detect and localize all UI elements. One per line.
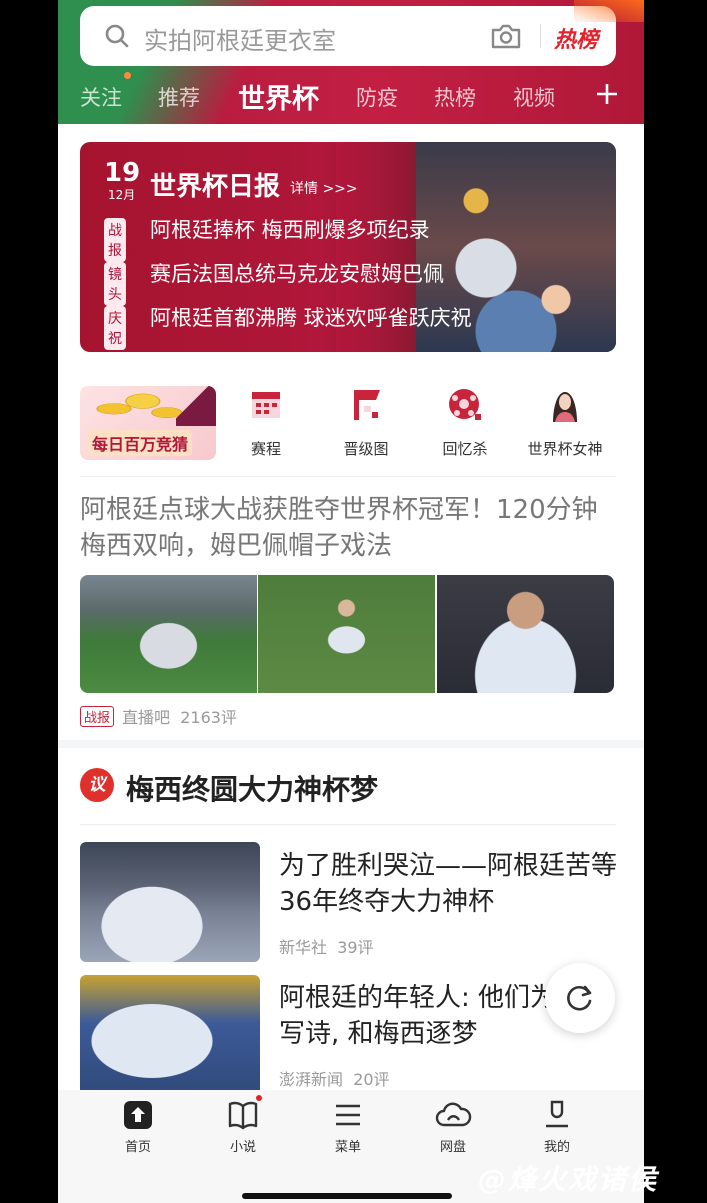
daily-quiz-promo[interactable]: 每日百万竞猜 [80, 386, 216, 460]
article-tag: 战报 [80, 706, 115, 727]
quick-entry-label: 回忆杀 [442, 440, 488, 458]
tab-video[interactable]: 视频 [513, 82, 555, 112]
promo-label: 每日百万竞猜 [88, 430, 193, 456]
di-maria-heart-photo[interactable] [437, 575, 614, 693]
world-cup-daily-banner[interactable]: 19 12月 世界杯日报 详情 >>> 战报 阿根廷捧杯 梅西刷爆多项纪录 镜头… [80, 142, 616, 352]
nav-novel[interactable]: 小说 [203, 1098, 283, 1155]
banner-item-tag: 镜头 [104, 262, 126, 306]
comment-count: 39评 [337, 938, 374, 957]
search-bar[interactable]: 实拍阿根廷更衣室 热榜 [80, 6, 616, 66]
refresh-icon [567, 985, 592, 1011]
refresh-button[interactable] [545, 963, 615, 1033]
nav-label: 菜单 [334, 1140, 361, 1155]
bracket-icon [354, 390, 380, 420]
nav-label: 小说 [229, 1140, 256, 1155]
headline-title[interactable]: 阿根廷点球大战获胜夺世界杯冠军！120分钟梅西双响，姆巴佩帽子戏法 [80, 492, 620, 564]
banner-item-text: 阿根廷首都沸腾 球迷欢呼雀跃庆祝 [150, 306, 472, 330]
news-title[interactable]: 为了胜利哭泣——阿根廷苦等36年终夺大力神杯 [279, 848, 619, 920]
quick-entry-memories[interactable]: 回忆杀 [410, 386, 520, 459]
tab-world-cup[interactable]: 世界杯 [238, 77, 319, 116]
banner-item-text: 阿根廷捧杯 梅西刷爆多项纪录 [150, 218, 430, 242]
divider [80, 476, 616, 477]
football-icon [449, 389, 481, 420]
banner-day: 19 [104, 158, 141, 188]
headline-meta: 战报 直播吧 2163评 [80, 704, 237, 728]
quick-entry-label: 晋级图 [343, 440, 389, 458]
nav-profile[interactable]: 我的 [517, 1098, 597, 1155]
news-source: 澎湃新闻 [279, 1070, 344, 1089]
news-thumbnail[interactable] [80, 842, 260, 962]
news-source: 新华社 [279, 938, 328, 957]
tab-epidemic[interactable]: 防疫 [356, 82, 398, 112]
notification-dot [124, 72, 131, 79]
home-indicator[interactable] [242, 1193, 452, 1199]
watermark-text: @烽火戏诸侯 [478, 1163, 659, 1196]
camera-icon[interactable] [490, 22, 522, 50]
messi-celebrating-photo[interactable] [258, 575, 435, 693]
comment-count: 2163评 [180, 708, 237, 727]
menu-icon [336, 1104, 360, 1126]
banner-month: 12月 [108, 188, 136, 202]
search-divider [540, 24, 541, 48]
notification-dot [256, 1095, 262, 1101]
channel-tabs: 关注 推荐 世界杯 防疫 热榜 视频 [58, 72, 644, 122]
nav-home[interactable]: 首页 [98, 1098, 178, 1155]
tab-recommend[interactable]: 推荐 [158, 82, 200, 112]
section-separator [58, 740, 644, 748]
hot-list-button[interactable]: 热榜 [554, 22, 598, 54]
nav-label: 首页 [124, 1140, 151, 1155]
book-icon [228, 1101, 258, 1130]
topic-icon: 议 [80, 768, 114, 802]
ribbon-decoration [176, 386, 216, 426]
quick-entry-schedule[interactable]: 赛程 [211, 386, 321, 459]
goddess-avatar-icon [553, 392, 577, 422]
quick-entry-label: 赛程 [250, 440, 281, 458]
nav-label: 我的 [543, 1140, 570, 1155]
article-source: 直播吧 [122, 708, 171, 727]
search-placeholder[interactable]: 实拍阿根廷更衣室 [144, 21, 336, 56]
quick-entry-goddess[interactable]: 世界杯女神 [510, 386, 620, 459]
nav-menu[interactable]: 菜单 [308, 1098, 388, 1155]
news-meta: 澎湃新闻 20评 [279, 1066, 390, 1090]
quick-entry-bracket[interactable]: 晋级图 [311, 386, 421, 459]
add-channel-icon[interactable] [595, 82, 619, 106]
search-icon [105, 24, 129, 48]
profile-icon [546, 1100, 568, 1128]
banner-item-text: 赛后法国总统马克龙安慰姆巴佩 [150, 262, 444, 286]
cloud-icon [435, 1102, 472, 1127]
banner-item-tag: 庆祝 [104, 306, 126, 350]
tab-hot-list[interactable]: 热榜 [434, 82, 476, 112]
calendar-icon [252, 392, 280, 418]
banner-item-tag: 战报 [104, 218, 126, 262]
home-icon [124, 1101, 152, 1129]
gold-coins-icon [90, 386, 186, 424]
banner-more-link[interactable]: 详情 >>> [290, 178, 358, 198]
news-thumbnail[interactable] [80, 975, 260, 1095]
nav-cloud-drive[interactable]: 网盘 [413, 1098, 493, 1155]
quick-entry-label: 世界杯女神 [527, 440, 603, 458]
tab-follow[interactable]: 关注 [80, 82, 122, 112]
celebration-photo[interactable] [80, 575, 257, 693]
news-meta: 新华社 39评 [279, 934, 374, 958]
header: 实拍阿根廷更衣室 热榜 关注 推荐 世界杯 防疫 热榜 视频 [58, 0, 644, 124]
topic-title[interactable]: 梅西终圆大力神杯梦 [126, 768, 378, 808]
nav-label: 网盘 [439, 1140, 466, 1155]
banner-title: 世界杯日报 [150, 172, 281, 202]
phone-screen: 实拍阿根廷更衣室 热榜 关注 推荐 世界杯 防疫 热榜 视频 19 12月 世界… [58, 0, 644, 1203]
divider [80, 824, 616, 825]
comment-count: 20评 [353, 1070, 390, 1089]
